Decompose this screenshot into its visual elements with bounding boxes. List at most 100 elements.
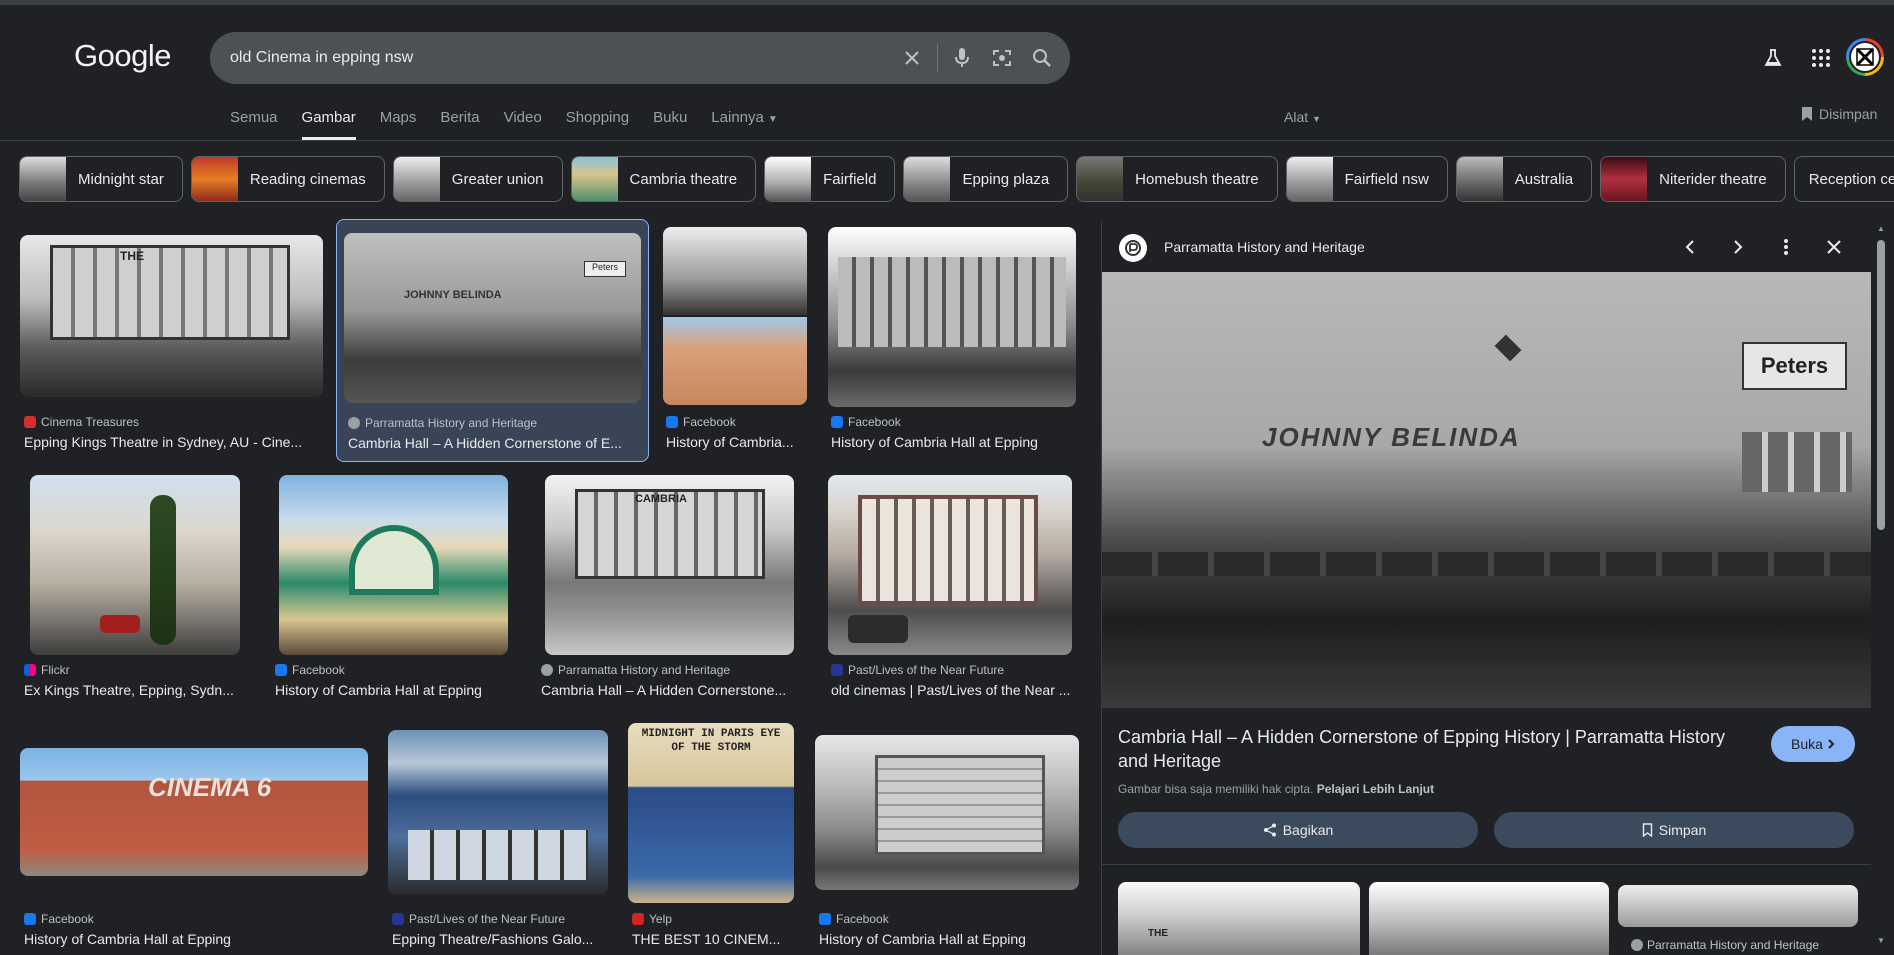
chip[interactable]: Fairfield <box>764 156 896 202</box>
chip[interactable]: Niterider theatre <box>1600 156 1786 202</box>
tab-berita[interactable]: Berita <box>440 108 479 140</box>
image-result[interactable]: Facebook History of Cambria Hall at Eppi… <box>270 470 515 710</box>
share-button[interactable]: Bagikan <box>1118 812 1478 848</box>
chevron-right-icon[interactable] <box>1725 234 1751 260</box>
image-result[interactable]: Facebook History of Cambria Hall at Eppi… <box>826 222 1079 462</box>
result-caption[interactable]: History of Cambria... <box>666 434 806 450</box>
share-label: Bagikan <box>1282 822 1334 838</box>
close-icon[interactable] <box>900 46 924 70</box>
result-caption[interactable]: Epping Theatre/Fashions Galo... <box>392 931 607 947</box>
source-label: Facebook <box>836 912 889 926</box>
tab-maps[interactable]: Maps <box>380 108 417 140</box>
source-label: Flickr <box>41 663 70 677</box>
chip[interactable]: Fairfield nsw <box>1285 156 1448 202</box>
tab-gambar[interactable]: Gambar <box>301 108 356 140</box>
sign-text: Peters <box>584 261 626 277</box>
result-source: Cinema Treasures <box>24 415 139 429</box>
marquee-text: MIDNIGHT IN PARIS EYE OF THE STORM <box>641 728 781 754</box>
tab-buku[interactable]: Buku <box>653 108 687 140</box>
tools-button[interactable]: Alat ▼ <box>1284 109 1321 125</box>
result-caption[interactable]: old cinemas | Past/Lives of the Near ... <box>831 682 1076 698</box>
image-result[interactable]: THE Cinema Treasures Epping Kings Theatr… <box>19 222 324 462</box>
scroll-down-icon[interactable]: ▼ <box>1877 936 1885 945</box>
result-caption[interactable]: History of Cambria Hall at Epping <box>24 931 364 947</box>
facebook-favicon <box>24 913 36 925</box>
search-icon[interactable] <box>1030 46 1054 70</box>
chevron-left-icon[interactable] <box>1677 234 1703 260</box>
chip[interactable]: Cambria theatre <box>570 156 757 202</box>
chip[interactable]: Reception centr <box>1793 156 1894 202</box>
chip-label: Midnight star <box>78 170 164 188</box>
image-result[interactable]: CAMBRIA Parramatta History and Heritage … <box>536 470 798 710</box>
parramatta-favicon <box>348 417 360 429</box>
image-result[interactable]: Facebook History of Cambria Hall at Eppi… <box>815 718 1081 955</box>
result-caption[interactable]: Cambria Hall – A Hidden Cornerstone... <box>541 682 796 698</box>
image-result[interactable]: Past/Lives of the Near Future old cinema… <box>826 470 1079 710</box>
related-image[interactable]: THE <box>1118 882 1360 955</box>
preview-source[interactable]: Parramatta History and Heritage <box>1164 239 1365 255</box>
tab-video[interactable]: Video <box>504 108 542 140</box>
result-caption[interactable]: Cambria Hall – A Hidden Cornerstone of E… <box>348 435 643 451</box>
scroll-up-icon[interactable]: ▲ <box>1877 224 1885 233</box>
avatar-icon <box>1849 41 1881 73</box>
chip[interactable]: Epping plaza <box>903 156 1069 202</box>
marquee-text: JOHNNY BELINDA <box>404 289 502 301</box>
result-caption[interactable]: History of Cambria Hall at Epping <box>275 682 510 698</box>
result-caption[interactable]: THE BEST 10 CINEM... <box>632 931 792 947</box>
header-divider <box>0 140 1894 141</box>
result-caption[interactable]: History of Cambria Hall at Epping <box>819 931 1079 947</box>
more-vert-icon[interactable] <box>1773 234 1799 260</box>
apps-icon[interactable] <box>1808 45 1834 71</box>
result-caption[interactable]: Epping Kings Theatre in Sydney, AU - Cin… <box>24 434 324 450</box>
yelp-favicon <box>632 913 644 925</box>
image-result[interactable]: Facebook History of Cambria... <box>661 222 809 462</box>
result-caption[interactable]: Ex Kings Theatre, Epping, Sydn... <box>24 682 249 698</box>
learn-more-link[interactable]: Pelajari Lebih Lanjut <box>1317 782 1434 796</box>
source-label: Yelp <box>649 912 672 926</box>
lens-icon[interactable] <box>990 46 1014 70</box>
chip[interactable]: Greater union <box>392 156 563 202</box>
mic-icon[interactable] <box>950 46 974 70</box>
chip-thumbnail <box>571 157 618 201</box>
tab-shopping[interactable]: Shopping <box>566 108 629 140</box>
close-icon[interactable] <box>1821 234 1847 260</box>
tab-semua[interactable]: Semua <box>230 108 278 140</box>
open-button[interactable]: Buka <box>1771 726 1855 762</box>
search-bar[interactable] <box>210 32 1070 84</box>
chip-label: Australia <box>1514 170 1574 188</box>
image-result[interactable]: Flickr Ex Kings Theatre, Epping, Sydn... <box>19 470 249 710</box>
labs-icon[interactable] <box>1760 45 1786 71</box>
image-result[interactable]: CINEMA 6 Facebook History of Cambria Hal… <box>19 718 369 955</box>
save-button[interactable]: Simpan <box>1494 812 1854 848</box>
result-caption[interactable]: History of Cambria Hall at Epping <box>831 434 1076 450</box>
image-result[interactable]: MIDNIGHT IN PARIS EYE OF THE STORM Yelp … <box>628 718 796 955</box>
sign-text: THE <box>1148 928 1168 939</box>
result-thumbnail: MIDNIGHT IN PARIS EYE OF THE STORM <box>628 723 794 903</box>
parramatta-favicon <box>1119 234 1147 262</box>
panel-divider <box>1102 864 1871 865</box>
chip-label: Cambria theatre <box>629 170 738 188</box>
chip-label: Fairfield <box>823 170 877 188</box>
sign-text: CAMBRIA <box>635 493 687 505</box>
copyright-text: Gambar bisa saja memiliki hak cipta. <box>1118 782 1314 796</box>
account-avatar[interactable] <box>1846 38 1884 76</box>
related-image[interactable] <box>1618 885 1858 927</box>
image-result-selected[interactable]: JOHNNY BELINDA Peters Parramatta History… <box>336 219 649 462</box>
chip[interactable]: Reading cinemas <box>190 156 385 202</box>
image-result[interactable]: Past/Lives of the Near Future Epping The… <box>388 718 610 955</box>
related-image[interactable] <box>1369 882 1609 955</box>
saved-button[interactable]: Disimpan <box>1800 106 1877 122</box>
parramatta-favicon <box>541 664 553 676</box>
chip[interactable]: Midnight star <box>19 156 183 202</box>
scroll-thumb[interactable] <box>1877 240 1885 530</box>
search-input[interactable] <box>230 32 890 84</box>
copyright-notice: Gambar bisa saja memiliki hak cipta. Pel… <box>1118 782 1434 796</box>
chip-thumbnail <box>1456 157 1503 201</box>
chip[interactable]: Homebush theatre <box>1076 156 1278 202</box>
google-logo[interactable]: Google <box>74 38 171 74</box>
tab-lainnya[interactable]: Lainnya ▼ <box>711 108 777 140</box>
chip[interactable]: Australia <box>1455 156 1593 202</box>
preview-image[interactable]: JOHNNY BELINDA Peters <box>1102 272 1871 708</box>
preview-title[interactable]: Cambria Hall – A Hidden Cornerstone of E… <box>1118 725 1758 773</box>
panel-scrollbar[interactable]: ▲ ▼ <box>1874 222 1888 955</box>
